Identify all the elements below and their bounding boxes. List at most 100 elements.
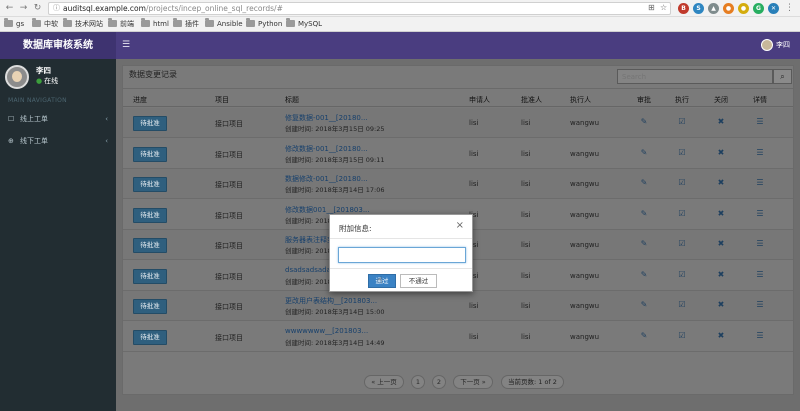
detail-list-icon[interactable]: ☰	[755, 331, 765, 341]
execute-check-icon[interactable]: ☑	[677, 331, 687, 341]
record-title-link[interactable]: 修复数据-001__[20180...	[285, 113, 368, 123]
prev-page-button[interactable]: « 上一页	[364, 375, 404, 389]
sidebar-item-online-orders[interactable]: ☐ 线上工单 ‹	[0, 109, 116, 129]
address-bar[interactable]: ⓘ auditsql.example.com/projects/incep_on…	[48, 2, 671, 15]
close-x-icon[interactable]: ✖	[716, 209, 726, 219]
search-icon[interactable]: ⌕	[773, 69, 792, 84]
executor-cell: wangwu	[570, 271, 600, 280]
page-1-button[interactable]: 1	[411, 375, 425, 389]
record-title-link[interactable]: 修改数据001__[201803...	[285, 205, 370, 215]
chevron-left-icon: ‹	[105, 137, 108, 145]
close-x-icon[interactable]: ✖	[716, 270, 726, 280]
approve-status-button[interactable]: 待批准	[133, 116, 167, 131]
bookmark-folder[interactable]: Python	[246, 18, 282, 30]
execute-check-icon[interactable]: ☑	[677, 300, 687, 310]
info-icon[interactable]: ⓘ	[53, 3, 60, 14]
close-x-icon[interactable]: ✖	[716, 331, 726, 341]
extension-yellow-icon[interactable]: ●	[738, 3, 749, 14]
folder-icon	[286, 18, 295, 27]
detail-list-icon[interactable]: ☰	[755, 178, 765, 188]
close-x-icon[interactable]: ✖	[716, 239, 726, 249]
approver-cell: lisi	[521, 180, 531, 188]
detail-list-icon[interactable]: ☰	[755, 209, 765, 219]
sidebar-item-offline-orders[interactable]: ⊕ 线下工单 ‹	[0, 131, 116, 151]
reload-icon[interactable]: ↻	[32, 3, 43, 14]
chevron-left-icon: ‹	[105, 115, 108, 123]
bookmark-folder[interactable]: 前端	[108, 18, 134, 30]
extension-grey-icon[interactable]: ▲	[708, 3, 719, 14]
record-title-link[interactable]: 数据修改-001__[20180...	[285, 174, 368, 184]
bookmark-folder[interactable]: 插件	[173, 18, 199, 30]
close-x-icon[interactable]: ✖	[716, 117, 726, 127]
bookmark-star-icon[interactable]: ☆	[660, 3, 667, 13]
execute-check-icon[interactable]: ☑	[677, 239, 687, 249]
edit-icon[interactable]: ✎	[639, 300, 649, 310]
online-dot-icon: ●	[36, 77, 43, 85]
executor-cell: wangwu	[570, 119, 600, 127]
edit-icon[interactable]: ✎	[639, 331, 649, 341]
execute-check-icon[interactable]: ☑	[677, 148, 687, 158]
extra-info-input[interactable]	[338, 247, 466, 263]
approve-status-button[interactable]: 待批准	[133, 299, 167, 314]
extension-blue-icon[interactable]: S	[693, 3, 704, 14]
approve-status-button[interactable]: 待批准	[133, 329, 167, 345]
created-time: 创建时间: 2018年3月14日 14:49	[285, 338, 385, 347]
bookmark-folder[interactable]: html	[141, 18, 169, 30]
extension-red-icon[interactable]: B	[678, 3, 689, 14]
detail-list-icon[interactable]: ☰	[755, 300, 765, 310]
next-page-button[interactable]: 下一页 »	[453, 375, 493, 389]
browser-menu-icon[interactable]: ⋮	[784, 3, 795, 14]
detail-list-icon[interactable]: ☰	[755, 148, 765, 158]
bookmark-folder[interactable]: MySQL	[286, 18, 322, 30]
execute-check-icon[interactable]: ☑	[677, 209, 687, 219]
close-x-icon[interactable]: ✖	[716, 300, 726, 310]
detail-list-icon[interactable]: ☰	[755, 239, 765, 249]
extension-green-icon[interactable]: G	[753, 3, 764, 14]
divider	[330, 268, 472, 269]
approve-status-button[interactable]: 待批准	[133, 268, 167, 284]
record-title-link[interactable]: wwwwwww__[201803...	[285, 327, 368, 335]
edit-icon[interactable]: ✎	[639, 117, 649, 127]
edit-icon[interactable]: ✎	[639, 270, 649, 280]
execute-check-icon[interactable]: ☑	[677, 270, 687, 280]
bookmark-folder[interactable]: gs	[4, 18, 24, 30]
search-input[interactable]	[617, 69, 773, 84]
extension-orange-icon[interactable]: ●	[723, 3, 734, 14]
close-icon[interactable]: ×	[456, 220, 464, 232]
column-header: 审批	[637, 96, 651, 104]
bookmark-folder[interactable]: 技术网站	[63, 18, 103, 30]
reject-button[interactable]: 不通过	[400, 274, 437, 288]
execute-check-icon[interactable]: ☑	[677, 178, 687, 188]
edit-icon[interactable]: ✎	[639, 178, 649, 188]
close-x-icon[interactable]: ✖	[716, 148, 726, 158]
forward-icon[interactable]: →	[18, 3, 29, 14]
back-icon[interactable]: ←	[4, 3, 15, 14]
translate-icon[interactable]: ⊞	[648, 3, 655, 13]
menu-toggle-icon[interactable]: ☰	[122, 32, 130, 59]
bookmark-folder[interactable]: Ansible	[205, 18, 243, 30]
page-2-button[interactable]: 2	[432, 375, 446, 389]
approve-status-button[interactable]: 待批准	[133, 207, 167, 223]
approve-status-button[interactable]: 待批准	[133, 238, 167, 253]
execute-check-icon[interactable]: ☑	[677, 117, 687, 127]
approve-status-button[interactable]: 待批准	[133, 146, 167, 162]
table-row: 待批准 接口项目 wwwwwww__[201803... 创建时间: 2018年3月1…	[123, 322, 793, 352]
group-icon: ⊕	[8, 137, 14, 145]
approver-cell: lisi	[521, 149, 531, 158]
brand-logo[interactable]: 数据库审核系统	[0, 32, 116, 59]
detail-list-icon[interactable]: ☰	[755, 117, 765, 127]
bookmark-folder[interactable]: 中软	[32, 18, 58, 30]
edit-icon[interactable]: ✎	[639, 239, 649, 249]
close-x-icon[interactable]: ✖	[716, 178, 726, 188]
edit-icon[interactable]: ✎	[639, 209, 649, 219]
approver-cell: lisi	[521, 332, 531, 341]
edit-icon[interactable]: ✎	[639, 148, 649, 158]
record-title-link[interactable]: 修改数据-001__[20180...	[285, 144, 368, 154]
user-menu[interactable]: 李四	[761, 38, 790, 52]
record-title-link[interactable]: 更改用户表结构__[201803...	[285, 296, 377, 306]
extension-x-icon[interactable]: ✕	[768, 3, 779, 14]
dialog-title: 附加信息:	[339, 224, 372, 233]
detail-list-icon[interactable]: ☰	[755, 270, 765, 280]
table-row: 待批准 接口项目 数据修改-001__[20180... 创建时间: 2018年3月1…	[123, 169, 793, 199]
approve-status-button[interactable]: 待批准	[133, 177, 167, 192]
